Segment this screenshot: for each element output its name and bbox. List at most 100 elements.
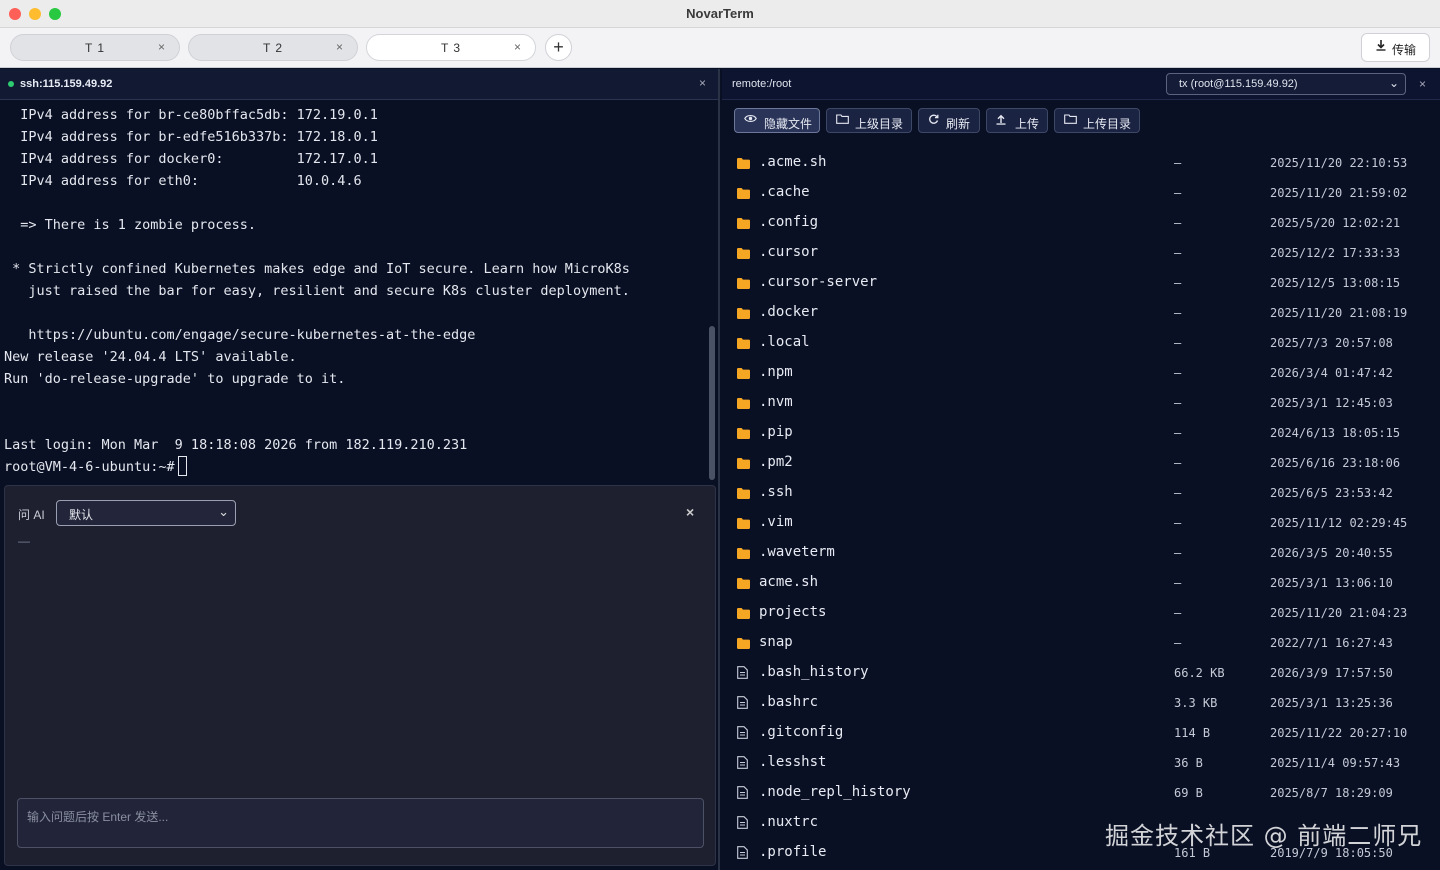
ai-output: — <box>18 534 30 548</box>
file-row[interactable]: .lesshst 36 B 2025/11/4 09:57:43 <box>722 748 1440 778</box>
file-row[interactable]: .bashrc 3.3 KB 2025/3/1 13:25:36 <box>722 688 1440 718</box>
add-tab-button[interactable]: + <box>545 34 572 61</box>
folder-icon <box>737 306 750 319</box>
folder-row[interactable]: .docker — 2025/11/20 21:08:19 <box>722 298 1440 328</box>
file-date: 2025/11/22 20:27:10 <box>1270 726 1408 740</box>
file-date: 2025/11/12 02:29:45 <box>1270 516 1408 530</box>
file-row[interactable]: .node_repl_history 69 B 2025/8/7 18:29:09 <box>722 778 1440 808</box>
terminal-line: * Strictly confined Kubernetes makes edg… <box>4 261 630 277</box>
file-icon <box>737 816 750 829</box>
refresh-label: 刷新 <box>946 117 971 131</box>
folder-row[interactable]: .cursor — 2025/12/2 17:33:33 <box>722 238 1440 268</box>
folder-row[interactable]: .local — 2025/7/3 20:57:08 <box>722 328 1440 358</box>
hidden-files-label: 隐藏文件 <box>764 117 813 131</box>
file-size: — <box>1174 486 1182 500</box>
terminal-line: => There is 1 zombie process. <box>4 217 256 233</box>
terminal-close-icon[interactable]: × <box>699 76 706 90</box>
file-name: .cursor <box>759 244 819 260</box>
folder-icon <box>737 366 750 379</box>
tab-label: T 3 <box>440 41 462 55</box>
terminal-line: Run 'do-release-upgrade' to upgrade to i… <box>4 371 346 387</box>
file-date: 2026/3/4 01:47:42 <box>1270 366 1393 380</box>
title-bar: NovarTerm <box>0 0 1440 28</box>
file-icon <box>737 756 750 769</box>
file-row[interactable]: .bash_history 66.2 KB 2026/3/9 17:57:50 <box>722 658 1440 688</box>
folder-icon <box>737 606 750 619</box>
tab-label: T 1 <box>84 41 106 55</box>
ai-mode-value: 默认 <box>69 508 94 522</box>
file-name: .docker <box>759 304 819 320</box>
terminal-scrollbar[interactable] <box>709 326 715 480</box>
ai-close-icon[interactable]: × <box>686 504 694 520</box>
folder-row[interactable]: .pm2 — 2025/6/16 23:18:06 <box>722 448 1440 478</box>
file-date: 2024/6/13 18:05:15 <box>1270 426 1401 440</box>
ai-mode-select[interactable]: 默认 ⌄ <box>56 500 236 526</box>
file-name: .npm <box>759 364 793 380</box>
folder-icon <box>737 186 750 199</box>
folder-icon <box>737 636 750 649</box>
file-panel-close-icon[interactable]: × <box>1419 77 1426 91</box>
tab-t2[interactable]: T 2 × <box>188 34 358 61</box>
folder-row[interactable]: .nvm — 2025/3/1 12:45:03 <box>722 388 1440 418</box>
tab-close-icon[interactable]: × <box>514 40 521 54</box>
refresh-button[interactable]: 刷新 <box>918 108 980 133</box>
tab-close-icon[interactable]: × <box>336 40 343 54</box>
folder-icon <box>737 246 750 259</box>
file-row[interactable]: .gitconfig 114 B 2025/11/22 20:27:10 <box>722 718 1440 748</box>
upload-dir-button[interactable]: 上传目录 <box>1054 108 1140 133</box>
folder-row[interactable]: snap — 2022/7/1 16:27:43 <box>722 628 1440 658</box>
file-date: 2025/6/16 23:18:06 <box>1270 456 1401 470</box>
window-title: NovarTerm <box>686 6 754 21</box>
folder-icon <box>737 516 750 529</box>
folder-row[interactable]: .acme.sh — 2025/11/20 22:10:53 <box>722 148 1440 178</box>
tab-t3[interactable]: T 3 × <box>366 34 536 61</box>
file-date: 2025/12/5 13:08:15 <box>1270 276 1401 290</box>
tab-t1[interactable]: T 1 × <box>10 34 180 61</box>
file-size: 114 B <box>1174 726 1211 740</box>
file-date: 2026/3/5 20:40:55 <box>1270 546 1393 560</box>
file-name: .cursor-server <box>759 274 878 290</box>
folder-row[interactable]: .config — 2025/5/20 12:02:21 <box>722 208 1440 238</box>
file-size: — <box>1174 576 1182 590</box>
folder-icon <box>836 114 849 127</box>
folder-icon <box>737 576 750 589</box>
hidden-files-button[interactable]: 隐藏文件 <box>734 108 820 133</box>
upload-button[interactable]: 上传 <box>986 108 1048 133</box>
file-size: — <box>1174 276 1182 290</box>
folder-row[interactable]: .ssh — 2025/6/5 23:53:42 <box>722 478 1440 508</box>
tab-close-icon[interactable]: × <box>158 40 165 54</box>
connection-select[interactable]: tx (root@115.159.49.92) ⌄ <box>1166 73 1406 95</box>
folder-row[interactable]: .npm — 2026/3/4 01:47:42 <box>722 358 1440 388</box>
folder-row[interactable]: acme.sh — 2025/3/1 13:06:10 <box>722 568 1440 598</box>
refresh-icon <box>928 114 939 128</box>
transfer-label: 传输 <box>1392 43 1417 57</box>
file-date: 2025/11/4 09:57:43 <box>1270 756 1401 770</box>
folder-row[interactable]: .vim — 2025/11/12 02:29:45 <box>722 508 1440 538</box>
folder-row[interactable]: .waveterm — 2026/3/5 20:40:55 <box>722 538 1440 568</box>
file-name: .pip <box>759 424 793 440</box>
folder-row[interactable]: .pip — 2024/6/13 18:05:15 <box>722 418 1440 448</box>
file-date: 2025/11/20 22:10:53 <box>1270 156 1408 170</box>
folder-row[interactable]: .cursor-server — 2025/12/5 13:08:15 <box>722 268 1440 298</box>
folder-row[interactable]: .cache — 2025/11/20 21:59:02 <box>722 178 1440 208</box>
file-name: .bashrc <box>759 694 819 710</box>
folder-row[interactable]: projects — 2025/11/20 21:04:23 <box>722 598 1440 628</box>
terminal-line: just raised the bar for easy, resilient … <box>4 283 630 299</box>
ai-question-input[interactable]: 输入问题后按 Enter 发送... <box>17 798 704 848</box>
file-name: .bash_history <box>759 664 869 680</box>
terminal-line: IPv4 address for br-edfe516b337b: 172.18… <box>4 129 378 145</box>
terminal-line: New release '24.04.4 LTS' available. <box>4 349 297 365</box>
file-header: remote:/root tx (root@115.159.49.92) ⌄ × <box>722 69 1440 100</box>
file-date: 2025/5/20 12:02:21 <box>1270 216 1401 230</box>
parent-dir-label: 上级目录 <box>855 117 904 131</box>
terminal-output[interactable]: IPv4 address for br-ce80bffac5db: 172.19… <box>4 104 708 484</box>
file-toolbar: 隐藏文件 上级目录 刷新 上传 上传目录 <box>722 100 1440 140</box>
transfer-button[interactable]: 传输 <box>1361 33 1430 62</box>
file-icon <box>737 666 750 679</box>
file-size: — <box>1174 516 1182 530</box>
file-icon <box>737 846 750 859</box>
parent-dir-button[interactable]: 上级目录 <box>826 108 912 133</box>
